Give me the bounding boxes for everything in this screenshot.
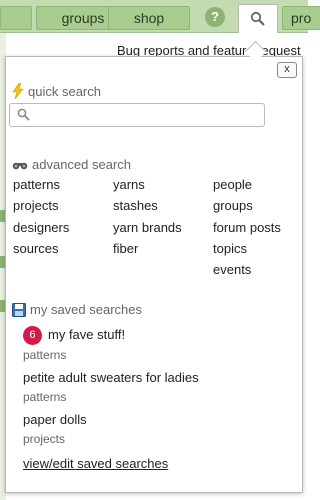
quick-search-label: quick search — [28, 83, 101, 99]
tab-partial-left[interactable] — [0, 6, 32, 30]
saved-search-title[interactable]: petite adult sweaters for ladies — [23, 370, 199, 385]
tab-partial-right[interactable]: pro — [282, 6, 320, 30]
adv-link-patterns[interactable]: patterns — [13, 177, 60, 192]
adv-link-projects[interactable]: projects — [13, 198, 59, 213]
search-popup: x quick search advanced search patterns … — [5, 56, 303, 493]
search-icon — [250, 11, 265, 26]
adv-link-topics[interactable]: topics — [213, 241, 247, 256]
view-edit-saved-link[interactable]: view/edit saved searches — [23, 456, 168, 471]
adv-link-fiber[interactable]: fiber — [113, 241, 138, 256]
saved-searches-label: my saved searches — [30, 302, 142, 317]
advanced-search-header: advanced search — [12, 157, 131, 172]
saved-searches-header: my saved searches — [12, 302, 142, 317]
saved-search-item[interactable]: 6 my fave stuff! patterns — [23, 326, 125, 362]
tab-shop[interactable]: shop — [108, 6, 190, 30]
adv-link-groups[interactable]: groups — [213, 198, 253, 213]
quick-search-header: quick search — [12, 83, 101, 99]
floppy-disk-icon — [12, 302, 26, 317]
adv-link-yarn-brands[interactable]: yarn brands — [113, 220, 182, 235]
search-icon — [17, 108, 30, 121]
help-button[interactable]: ? — [205, 7, 225, 27]
adv-link-sources[interactable]: sources — [13, 241, 59, 256]
adv-link-designers[interactable]: designers — [13, 220, 69, 235]
saved-search-title[interactable]: paper dolls — [23, 412, 87, 427]
count-badge: 6 — [23, 326, 42, 345]
saved-search-item[interactable]: petite adult sweaters for ladies pattern… — [23, 370, 199, 404]
adv-link-forum-posts[interactable]: forum posts — [213, 220, 281, 235]
adv-link-stashes[interactable]: stashes — [113, 198, 158, 213]
lightning-icon — [12, 83, 24, 99]
adv-link-events[interactable]: events — [213, 262, 251, 277]
close-button[interactable]: x — [277, 62, 297, 78]
search-tab[interactable] — [238, 4, 278, 33]
saved-search-type: projects — [23, 432, 66, 446]
adv-link-yarns[interactable]: yarns — [113, 177, 145, 192]
saved-search-item[interactable]: paper dolls projects — [23, 412, 87, 446]
binoculars-icon — [12, 162, 28, 169]
saved-search-type: patterns — [23, 348, 67, 362]
advanced-search-label: advanced search — [32, 157, 132, 172]
adv-link-people[interactable]: people — [213, 177, 252, 192]
saved-search-title[interactable]: my fave stuff! — [48, 327, 125, 342]
quick-search-input[interactable] — [9, 103, 265, 127]
saved-search-type: patterns — [23, 390, 67, 404]
top-nav-bar: groups shop ? pro — [0, 0, 320, 33]
